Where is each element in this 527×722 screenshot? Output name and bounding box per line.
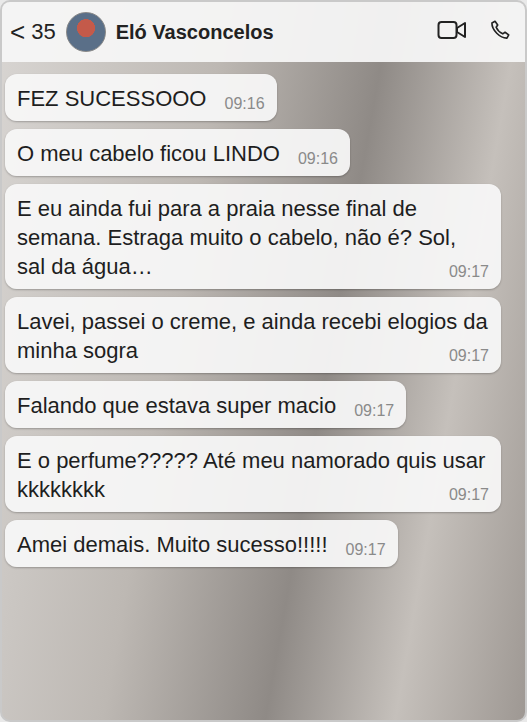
video-call-icon[interactable] bbox=[437, 19, 467, 45]
message-bubble[interactable]: Lavei, passei o creme, e ainda recebi el… bbox=[5, 297, 501, 373]
message-time: 09:17 bbox=[449, 348, 489, 364]
chat-header: <35 Eló Vasconcelos bbox=[2, 2, 525, 62]
message-bubble[interactable]: Falando que estava super macio 09:17 bbox=[5, 381, 406, 428]
message-text: E o perfume????? Até meu namorado quis u… bbox=[17, 448, 485, 502]
contact-name[interactable]: Eló Vasconcelos bbox=[116, 21, 427, 44]
message-text: Amei demais. Muito sucesso!!!!! bbox=[17, 532, 328, 557]
unread-count[interactable]: 35 bbox=[31, 19, 55, 45]
message-time: 09:17 bbox=[354, 403, 394, 419]
message-time: 09:16 bbox=[224, 96, 264, 112]
contact-avatar[interactable] bbox=[66, 12, 106, 52]
message-bubble[interactable]: O meu cabelo ficou LINDO 09:16 bbox=[5, 129, 350, 176]
message-text: FEZ SUCESSOOO bbox=[17, 86, 206, 111]
message-bubble[interactable]: E o perfume????? Até meu namorado quis u… bbox=[5, 436, 501, 512]
message-text: Lavei, passei o creme, e ainda recebi el… bbox=[17, 309, 488, 363]
message-text: Falando que estava super macio bbox=[17, 393, 336, 418]
back-button[interactable]: <35 bbox=[10, 19, 56, 45]
message-time: 09:16 bbox=[298, 151, 338, 167]
message-time: 09:17 bbox=[346, 542, 386, 558]
back-chevron[interactable]: < bbox=[10, 19, 25, 45]
message-list: FEZ SUCESSOOO09:16O meu cabelo ficou LIN… bbox=[2, 62, 525, 720]
message-text: O meu cabelo ficou LINDO bbox=[17, 141, 280, 166]
phone-call-icon[interactable] bbox=[489, 19, 511, 45]
message-text: E eu ainda fui para a praia nesse final … bbox=[17, 196, 456, 279]
message-bubble[interactable]: E eu ainda fui para a praia nesse final … bbox=[5, 184, 501, 289]
call-actions bbox=[437, 19, 511, 45]
message-bubble[interactable]: Amei demais. Muito sucesso!!!!! 09:17 bbox=[5, 520, 398, 567]
message-time: 09:17 bbox=[449, 487, 489, 503]
message-bubble[interactable]: FEZ SUCESSOOO 09:16 bbox=[5, 74, 277, 121]
message-time: 09:17 bbox=[449, 264, 489, 280]
